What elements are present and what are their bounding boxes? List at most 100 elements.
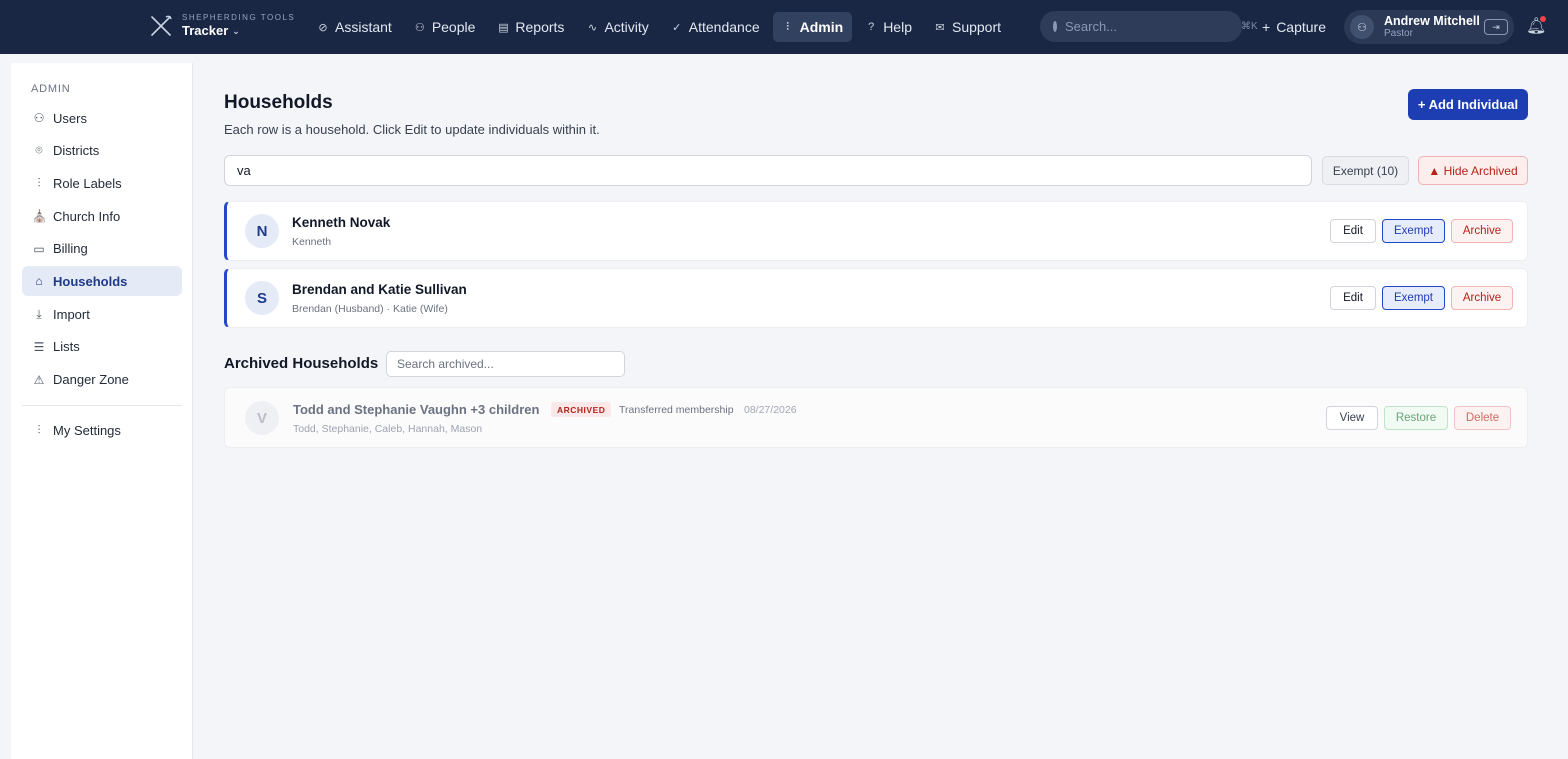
nav-label: People (431, 19, 476, 35)
sidebar-item-label: Import (53, 306, 90, 322)
search-input[interactable] (1065, 19, 1241, 34)
nav-item-help[interactable]: ? Help (856, 12, 921, 42)
household-avatar: N (245, 214, 279, 248)
crossed-staffs-logo-icon (151, 15, 172, 36)
page-subtitle: Each row is a household. Click Edit to u… (224, 122, 600, 137)
sidebar-section-title: ADMIN (31, 83, 71, 95)
admin-sidebar: ADMIN ⚇ Users ⌾ Districts ⫶ Role Labels ⛪ Ch… (11, 63, 193, 759)
download-icon: ⤓ (36, 306, 42, 321)
exempt-filter-button[interactable]: Exempt (10) (1322, 156, 1409, 185)
household-avatar: V (245, 401, 279, 435)
home-icon: ⌂ (35, 274, 43, 289)
archived-search-input[interactable] (386, 351, 625, 377)
capture-button[interactable]: + Capture (1256, 12, 1332, 42)
user-role: Pastor (1384, 28, 1413, 39)
sidebar-item-users[interactable]: ⚇ Users (22, 103, 182, 133)
sidebar-item-label: Households (53, 273, 128, 289)
document-icon: ▤ (498, 21, 509, 34)
exempt-button[interactable]: Exempt (1382, 286, 1445, 310)
sidebar-item-church-info[interactable]: ⛪ Church Info (22, 201, 182, 231)
delete-button[interactable]: Delete (1454, 406, 1511, 430)
capture-label: Capture (1276, 19, 1326, 35)
sliders-icon: ⫶ (786, 20, 789, 33)
exempt-button[interactable]: Exempt (1382, 219, 1445, 243)
church-icon: ⛪ (32, 209, 47, 224)
users-icon: ⚇ (33, 111, 45, 125)
household-name: Kenneth Novak (292, 215, 391, 230)
view-button[interactable]: View (1326, 406, 1378, 430)
chevron-down-icon[interactable]: ⌄ (232, 23, 240, 39)
nav-label: Reports (515, 19, 565, 35)
nav-label: Attendance (688, 19, 760, 35)
plus-icon: + (1262, 19, 1271, 35)
logout-icon[interactable]: ⇥ (1484, 19, 1508, 35)
sidebar-item-danger-zone[interactable]: ⚠ Danger Zone (22, 365, 182, 395)
restore-button[interactable]: Restore (1384, 406, 1448, 430)
global-search[interactable]: ⌘K (1040, 11, 1258, 42)
sidebar-item-districts[interactable]: ⌾ Districts (22, 136, 182, 166)
nav-item-attendance[interactable]: ✓ Attendance (662, 12, 769, 42)
user-avatar-icon: ⚇ (1350, 15, 1374, 39)
nav-label: Activity (604, 19, 649, 35)
nav-item-activity[interactable]: ∿ Activity (577, 12, 657, 42)
archived-badge: ARCHIVED (551, 402, 612, 417)
sidebar-item-label: Role Labels (53, 175, 122, 191)
household-members: Brendan (Husband) · Katie (Wife) (292, 303, 448, 315)
compass-icon: ⊘ (318, 21, 328, 34)
sidebar-item-lists[interactable]: ☰ Lists (22, 332, 182, 362)
warning-icon: ⚠ (33, 372, 45, 387)
nav-item-reports[interactable]: ▤ Reports (488, 12, 573, 42)
archive-button[interactable]: Archive (1451, 219, 1513, 243)
nav-item-assistant[interactable]: ⊘ Assistant (308, 12, 401, 42)
household-row: N Kenneth Novak Kenneth Edit Exempt Arch… (224, 201, 1528, 261)
archive-reason: Transferred membership (619, 404, 734, 416)
top-navigation-bar: SHEPHERDING TOOLS Tracker ⌄ ⊘ Assistant ⚇… (0, 0, 1568, 54)
nav-label: Support (951, 19, 1002, 35)
archive-date: 08/27/2026 (744, 404, 797, 416)
household-members: Todd, Stephanie, Caleb, Hannah, Mason (293, 423, 483, 435)
activity-icon: ∿ (587, 21, 598, 34)
add-individual-button[interactable]: + Add Individual (1408, 89, 1528, 120)
household-name: Brendan and Katie Sullivan (292, 282, 467, 297)
notification-dot (1540, 16, 1546, 22)
check-icon: ✓ (672, 21, 682, 34)
sidebar-item-label: Church Info (53, 208, 121, 224)
sidebar-divider (22, 405, 182, 406)
sidebar-item-role-labels[interactable]: ⫶ Role Labels (22, 168, 182, 198)
mail-icon: ✉ (935, 21, 945, 34)
hide-archived-button[interactable]: ▲ Hide Archived (1418, 156, 1528, 185)
nav-item-people[interactable]: ⚇ People (405, 12, 485, 42)
nav-item-admin[interactable]: ⫶ Admin (772, 12, 853, 42)
edit-button[interactable]: Edit (1330, 219, 1376, 243)
archived-households-title: Archived Households (224, 355, 379, 372)
main-nav: ⊘ Assistant ⚇ People ▤ Reports ∿ Activity ✓ A… (308, 12, 1014, 42)
household-row: S Brendan and Katie Sullivan Brendan (Hu… (224, 268, 1528, 328)
search-icon (1053, 21, 1057, 32)
sidebar-item-label: Lists (53, 339, 80, 355)
people-icon: ⚇ (414, 21, 425, 34)
map-pin-icon: ⌾ (35, 143, 43, 158)
sidebar-item-label: Users (53, 110, 87, 126)
edit-button[interactable]: Edit (1330, 286, 1376, 310)
nav-label: Help (883, 19, 912, 35)
sidebar-item-import[interactable]: ⤓ Import (22, 299, 182, 329)
household-filter-input[interactable] (224, 155, 1312, 186)
sidebar-item-my-settings[interactable]: ⫶ My Settings (22, 415, 182, 445)
sidebar-item-households[interactable]: ⌂ Households (22, 266, 182, 297)
household-members: Kenneth (292, 236, 332, 248)
user-menu[interactable]: ⚇ Andrew Mitchell Pastor ⇥ (1344, 10, 1514, 44)
nav-item-support[interactable]: ✉ Support (925, 12, 1010, 42)
archived-household-row: V Todd and Stephanie Vaughn +3 children … (224, 387, 1528, 448)
brand[interactable]: SHEPHERDING TOOLS Tracker ⌄ (148, 12, 295, 39)
sliders-icon: ⫶ (37, 422, 41, 437)
sidebar-item-label: Districts (53, 143, 100, 159)
page-title: Households (224, 92, 333, 113)
sliders-icon: ⫶ (37, 175, 41, 190)
sidebar-item-billing[interactable]: ▭ Billing (22, 234, 182, 264)
sidebar-item-label: Danger Zone (53, 372, 129, 387)
help-icon: ? (868, 21, 875, 33)
archive-button[interactable]: Archive (1451, 286, 1513, 310)
user-name: Andrew Mitchell (1384, 14, 1480, 28)
sidebar-item-label: Billing (53, 241, 88, 257)
list-icon: ☰ (33, 339, 45, 354)
